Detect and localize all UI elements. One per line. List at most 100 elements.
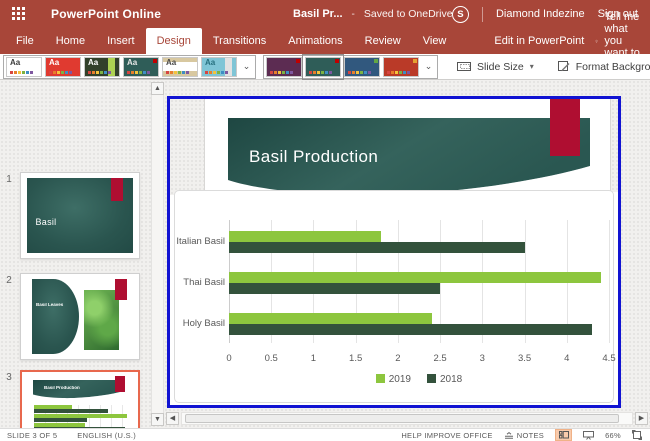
divider bbox=[482, 7, 483, 22]
variant-blue-tile[interactable] bbox=[344, 57, 380, 77]
slide-size-icon bbox=[457, 61, 471, 72]
tab-home[interactable]: Home bbox=[45, 28, 96, 54]
document-title[interactable]: Basil Pr... bbox=[293, 8, 343, 20]
gridline bbox=[609, 220, 610, 343]
scrollbar-thumb[interactable] bbox=[185, 414, 619, 423]
theme-wood-tile[interactable]: Aa bbox=[162, 57, 198, 77]
theme-office-tile[interactable]: Aa bbox=[6, 57, 42, 77]
theme-red-tile[interactable]: Aa bbox=[45, 57, 81, 77]
tab-transitions[interactable]: Transitions bbox=[202, 28, 277, 54]
legend-item: 2018 bbox=[427, 374, 462, 385]
variants-gallery: ⌄ bbox=[263, 55, 438, 79]
workspace: ▲ ▼ 1Basil2Basil Leaves3Basil Production… bbox=[0, 80, 650, 428]
x-tick-label: 3.5 bbox=[509, 353, 541, 364]
slide-title-text: Basil bbox=[35, 217, 56, 227]
legend-swatch bbox=[427, 374, 436, 383]
theme-color-dots bbox=[127, 71, 150, 74]
slide-size-button[interactable]: Slide Size ▾ bbox=[452, 61, 539, 73]
scroll-down-button[interactable]: ▼ bbox=[151, 413, 164, 426]
x-tick-label: 4 bbox=[551, 353, 583, 364]
slide-number: 1 bbox=[2, 174, 16, 185]
theme-aa-sample: Aa bbox=[10, 59, 20, 68]
tab-design[interactable]: Design bbox=[146, 28, 202, 54]
variant-purple-tile[interactable] bbox=[266, 57, 302, 77]
variant-corner-dot bbox=[296, 59, 300, 63]
title-dash: - bbox=[352, 9, 355, 20]
theme-light-blue-tile[interactable]: Aa bbox=[201, 57, 237, 77]
bar-chart[interactable]: Italian BasilThai BasilHoly Basil 00.511… bbox=[174, 190, 614, 403]
accent-ribbon bbox=[111, 178, 124, 201]
thumbnail-slide-preview: Basil Production00.511.522.533.544.52019… bbox=[27, 376, 133, 428]
x-tick-label: 3 bbox=[466, 353, 498, 364]
skype-icon[interactable]: S bbox=[452, 6, 469, 23]
mini-bar bbox=[34, 409, 107, 413]
normal-view-button[interactable] bbox=[555, 429, 572, 441]
scroll-right-button[interactable]: ▶ bbox=[635, 412, 648, 425]
theme-color-dots bbox=[10, 71, 33, 74]
slide-thumbnail-2[interactable]: Basil Leaves bbox=[20, 273, 140, 360]
language-status[interactable]: ENGLISH (U.S.) bbox=[77, 431, 136, 440]
app-launcher-icon[interactable] bbox=[11, 6, 27, 22]
bar-2019-holy-basil bbox=[229, 313, 432, 324]
slide-title-text: Basil Leaves bbox=[36, 303, 63, 308]
zoom-level[interactable]: 66% bbox=[605, 431, 621, 440]
variant-corner-dot bbox=[153, 59, 157, 63]
bar-2019-thai-basil bbox=[229, 272, 601, 283]
theme-color-dots bbox=[49, 71, 72, 74]
theme-dark-green-tile[interactable]: Aa bbox=[84, 57, 120, 77]
slide-number: 2 bbox=[2, 275, 16, 286]
variant-red-tile[interactable] bbox=[383, 57, 419, 77]
theme-color-dots bbox=[166, 71, 189, 74]
notes-toggle[interactable]: NOTES bbox=[504, 431, 544, 440]
theme-color-dots bbox=[205, 71, 228, 74]
themes-more-icon[interactable]: ⌄ bbox=[240, 61, 253, 72]
mini-bar bbox=[34, 418, 86, 422]
lightbulb-icon bbox=[595, 35, 598, 48]
slide-thumbnail-1[interactable]: Basil bbox=[20, 172, 140, 259]
help-improve-office-link[interactable]: HELP IMPROVE OFFICE bbox=[401, 431, 492, 440]
theme-aa-sample: Aa bbox=[127, 59, 137, 68]
bar-2018-italian-basil bbox=[229, 242, 525, 253]
tab-view[interactable]: View bbox=[412, 28, 458, 54]
slideshow-button[interactable] bbox=[583, 431, 594, 440]
variants-more-icon[interactable]: ⌄ bbox=[422, 61, 435, 72]
x-tick-label: 4.5 bbox=[593, 353, 625, 364]
horizontal-scrollbar[interactable] bbox=[181, 412, 633, 425]
theme-aa-sample: Aa bbox=[205, 59, 215, 68]
ribbon-tab-bar: FileHomeInsertDesignTransitionsAnimation… bbox=[0, 28, 650, 54]
scroll-up-button[interactable]: ▲ bbox=[151, 82, 164, 95]
tab-review[interactable]: Review bbox=[354, 28, 412, 54]
format-background-button[interactable]: Format Background ▾ bbox=[553, 61, 650, 73]
tab-edit-in-powerpoint[interactable]: Edit in PowerPoint bbox=[483, 28, 595, 54]
x-tick-label: 2.5 bbox=[424, 353, 456, 364]
theme-color-dots bbox=[309, 71, 332, 74]
x-tick-label: 0.5 bbox=[255, 353, 287, 364]
slide-canvas[interactable]: Basil Production Italian BasilThai Basil… bbox=[167, 96, 621, 408]
accent-ribbon bbox=[115, 279, 127, 300]
slide-counter: SLIDE 3 OF 5 bbox=[7, 431, 57, 440]
slide-title[interactable]: Basil Production bbox=[249, 147, 378, 167]
tell-me-box[interactable]: Tell me what you want to do bbox=[595, 28, 650, 54]
scroll-left-button[interactable]: ◀ bbox=[166, 412, 179, 425]
theme-teal-tile[interactable]: Aa bbox=[123, 57, 159, 77]
thumbnail-scrollbar[interactable] bbox=[151, 82, 164, 426]
tab-animations[interactable]: Animations bbox=[277, 28, 353, 54]
category-label: Thai Basil bbox=[149, 276, 225, 290]
variant-corner-dot bbox=[374, 59, 378, 63]
user-name[interactable]: Diamond Indezine bbox=[496, 8, 585, 20]
theme-color-dots bbox=[387, 71, 410, 74]
slide-thumbnail-3[interactable]: Basil Production00.511.522.533.544.52019… bbox=[20, 370, 140, 428]
slide-accent-ribbon[interactable] bbox=[550, 99, 580, 156]
theme-color-dots bbox=[88, 71, 111, 74]
category-label: Holy Basil bbox=[149, 317, 225, 331]
tab-file[interactable]: File bbox=[5, 28, 45, 54]
offslide-area-right bbox=[610, 99, 618, 192]
variant-corner-dot bbox=[335, 59, 339, 63]
tab-insert[interactable]: Insert bbox=[96, 28, 146, 54]
theme-color-dots bbox=[348, 71, 371, 74]
variant-teal-tile[interactable] bbox=[305, 57, 341, 77]
design-ribbon: AaAaAaAaAaAa⌄ ⌄ Slide Size ▾ Format Back… bbox=[0, 54, 650, 80]
legend-item: 2019 bbox=[376, 374, 411, 385]
mini-bar-chart bbox=[34, 405, 128, 428]
fit-to-window-button[interactable] bbox=[632, 430, 642, 440]
